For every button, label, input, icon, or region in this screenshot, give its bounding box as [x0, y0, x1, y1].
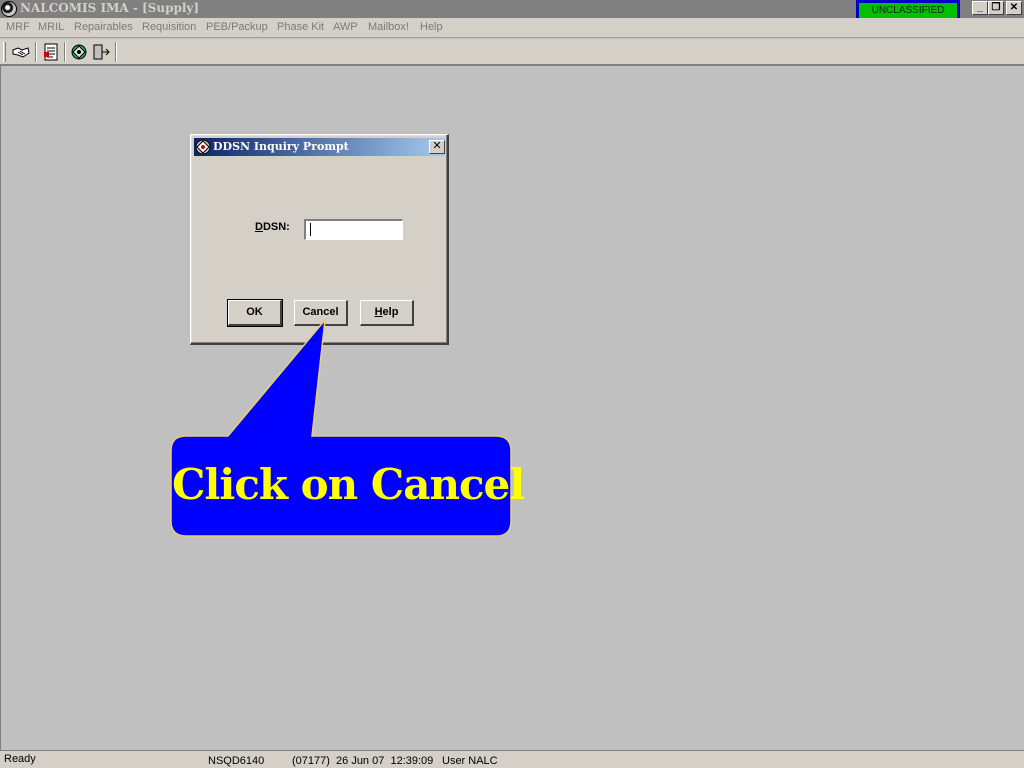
status-bar: Ready NSQD6140 (07177) 26 Jun 07 12:39:0… — [0, 750, 1024, 768]
user-name: User NALC — [442, 755, 498, 767]
help-label-rest: elp — [382, 306, 399, 318]
menu-mril[interactable]: MRIL — [38, 21, 64, 33]
title-bar: NALCOMIS IMA - [Supply] UNCLASSIFIED _ ❐… — [0, 0, 1024, 21]
date-time: (07177) 26 Jun 07 12:39:09 — [292, 755, 434, 767]
toolbar-separator — [35, 42, 37, 62]
ddsn-label-accelerator: D — [255, 221, 263, 233]
text-caret — [310, 223, 311, 236]
toolbar-grip[interactable] — [3, 42, 6, 62]
menu-mrf[interactable]: MRF — [6, 21, 30, 33]
menu-mailbox[interactable]: Mailbox! — [368, 21, 409, 33]
ok-button[interactable]: OK — [227, 299, 283, 327]
workstation-id: NSQD6140 — [208, 755, 265, 767]
menu-awp[interactable]: AWP — [333, 21, 358, 33]
help-accelerator: H — [374, 306, 383, 318]
cancel-button[interactable]: Cancel — [294, 300, 348, 326]
exit-door-icon[interactable] — [90, 41, 112, 63]
globe-icon[interactable] — [68, 41, 90, 63]
callout-text: Click on Cancel — [172, 460, 525, 509]
menu-bar: MRF MRIL Repairables Requisition PEB/Pac… — [0, 18, 1024, 38]
menu-help[interactable]: Help — [420, 21, 443, 33]
menu-peb-packup[interactable]: PEB/Packup — [206, 21, 268, 33]
app-icon[interactable] — [1, 1, 17, 17]
ddsn-inquiry-dialog: DDSN Inquiry Prompt ✕ DDSN: OK Cancel He… — [190, 134, 449, 345]
handshake-icon[interactable] — [10, 41, 32, 63]
ddsn-label-rest: DSN: — [262, 221, 290, 233]
ddsn-input[interactable] — [304, 219, 403, 240]
close-button[interactable]: ✕ — [1006, 1, 1022, 15]
restore-button[interactable]: ❐ — [988, 1, 1004, 15]
ddsn-label: DDSN: — [255, 221, 290, 233]
status-text: Ready — [4, 753, 36, 765]
dialog-close-button[interactable]: ✕ — [429, 140, 445, 154]
toolbar — [0, 39, 1024, 65]
minimize-button[interactable]: _ — [972, 1, 988, 15]
toolbar-separator — [64, 42, 66, 62]
dialog-app-icon — [195, 139, 211, 155]
menu-repairables[interactable]: Repairables — [74, 21, 133, 33]
document-list-icon[interactable] — [40, 41, 62, 63]
window-title: NALCOMIS IMA - [Supply] — [20, 1, 200, 15]
mdi-workspace — [0, 65, 1024, 750]
menu-phase-kit[interactable]: Phase Kit — [277, 21, 324, 33]
classification-label: UNCLASSIFIED — [859, 3, 957, 18]
dialog-title-bar[interactable]: DDSN Inquiry Prompt ✕ — [194, 138, 445, 156]
menu-requisition[interactable]: Requisition — [142, 21, 196, 33]
dialog-title: DDSN Inquiry Prompt — [213, 140, 349, 153]
help-button[interactable]: Help — [360, 300, 414, 326]
toolbar-separator — [115, 42, 117, 62]
